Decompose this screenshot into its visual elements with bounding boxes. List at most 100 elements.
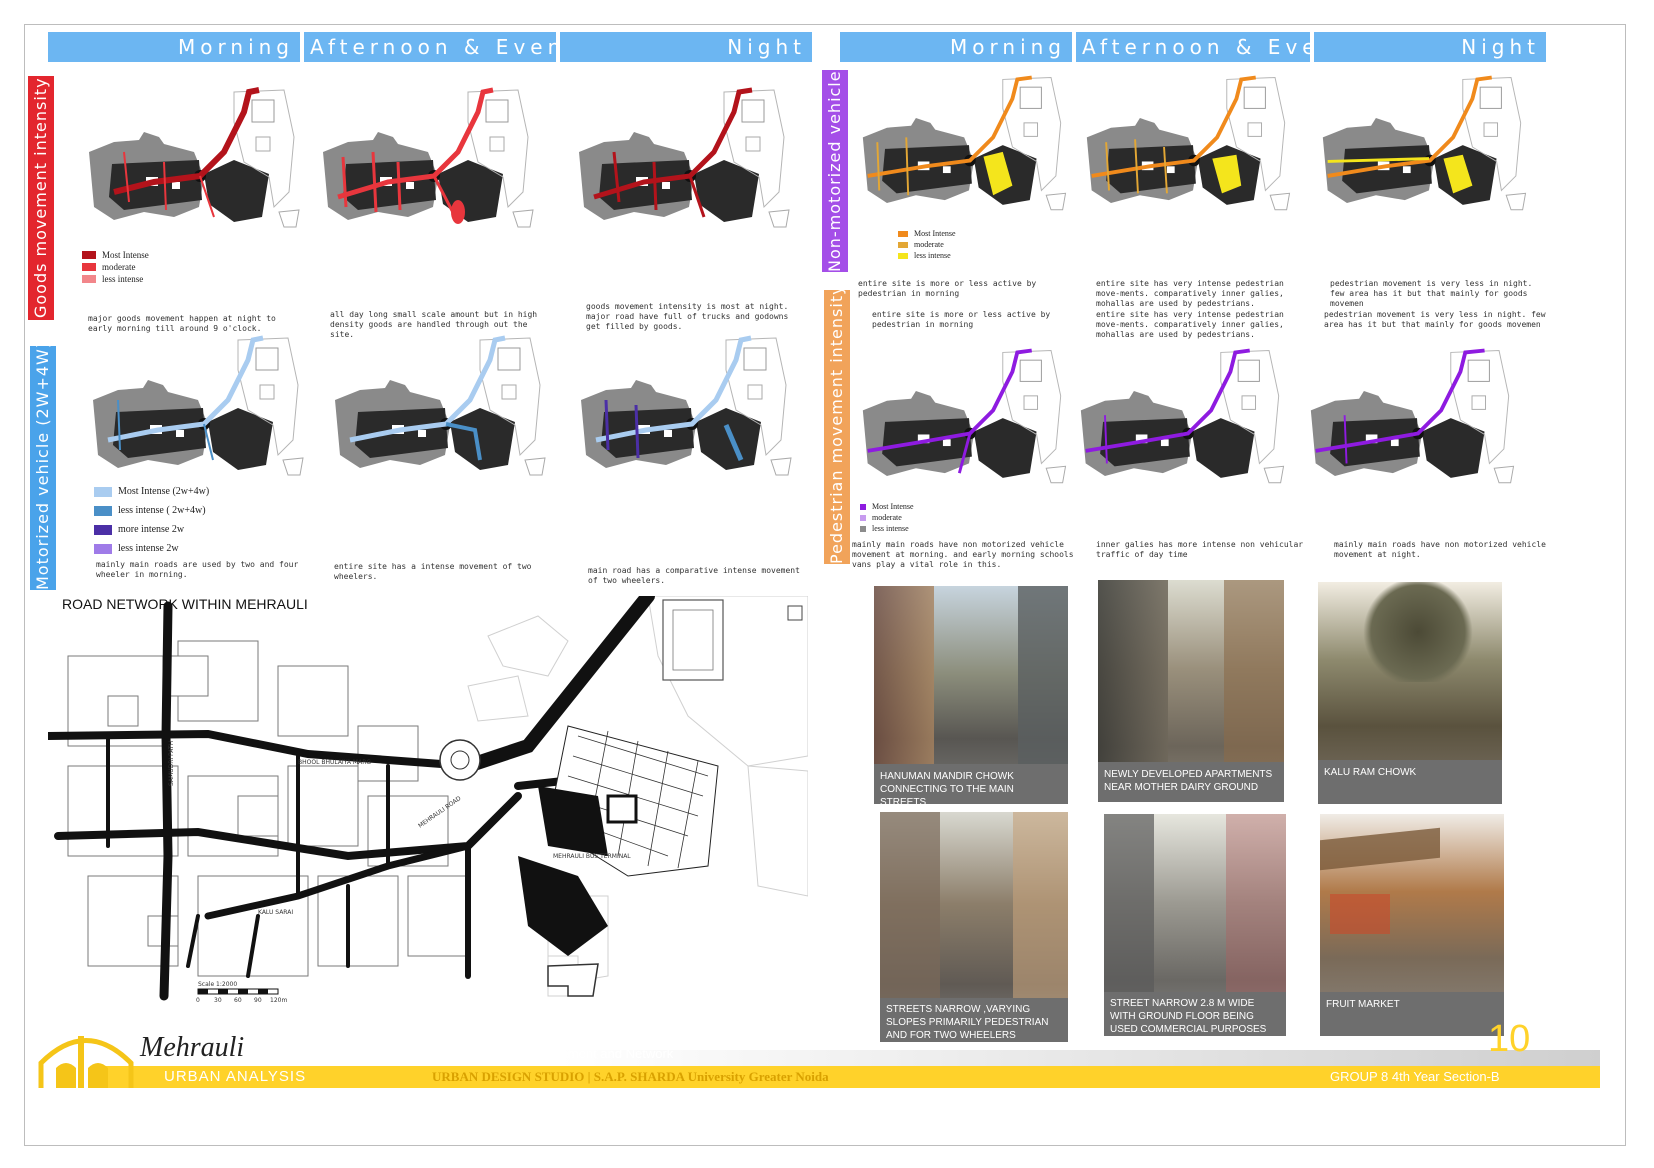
photo-hanuman-mandir-chowk: HANUMAN MANDIR CHOWK CONNECTING TO THE M… — [874, 586, 1068, 804]
nonmotor-legend: Most Intense moderate less intense — [898, 229, 956, 262]
legend-item: moderate — [860, 513, 914, 522]
photo-street-2-8m: STREET NARROW 2.8 M WIDE WITH GROUND FLO… — [1104, 814, 1286, 1036]
photo-fruit-market: FRUIT MARKET — [1320, 814, 1504, 1036]
pedestrian-legend: Most Intense moderate less intense — [860, 502, 914, 535]
legend-label: less intense 2w — [118, 543, 179, 554]
legend-item: Most Intense — [82, 250, 149, 260]
road-network-map: BHOOL BHULAIYA MARG SAMUDRI PATH KALU SA… — [48, 596, 808, 1004]
scale-tick: 120m — [270, 997, 287, 1004]
legend-label: Most Intense — [102, 250, 149, 260]
legend-label: less intense — [102, 274, 144, 284]
banner-right-night: Night — [1314, 32, 1546, 62]
page-number: 10 — [1488, 1018, 1531, 1060]
footer-group: GROUP 8 4th Year Section-B — [1330, 1069, 1500, 1084]
scale-tick: 0 — [196, 997, 200, 1004]
footer-logo-text: Mehrauli — [140, 1032, 245, 1063]
legend-swatch — [860, 503, 866, 510]
photo-shading — [1320, 827, 1440, 871]
legend-item: moderate — [898, 240, 956, 249]
legend-swatch — [82, 251, 96, 259]
legend-swatch — [898, 252, 908, 259]
legend-label: moderate — [872, 513, 902, 522]
photo-caption: STREET NARROW 2.8 M WIDE WITH GROUND FLO… — [1104, 992, 1286, 1036]
road-label-bus-terminal: MEHRAULI BUS TERMINAL — [553, 853, 631, 860]
legend-item: less intense ( 2w+4w) — [94, 505, 209, 516]
legend-label: Most Intense — [914, 229, 956, 238]
goods-map-morning — [88, 87, 300, 228]
footer-section-title: Movement and Network — [536, 1046, 674, 1061]
pedestrian-note-morning: mainly main roads have non motorized veh… — [852, 540, 1074, 569]
legend-item: more intense 2w — [94, 524, 209, 535]
legend-swatch — [82, 275, 96, 283]
legend-swatch — [94, 543, 112, 554]
photo-shading — [880, 812, 940, 1002]
goods-movement-title: Goods movement intensity — [28, 76, 54, 320]
road-label-kalu-sarai: KALU SARAI — [258, 909, 293, 916]
legend-label: more intense 2w — [118, 524, 185, 535]
nonmotor-note-morning-dup: entire site is more or less active by pe… — [872, 310, 1051, 329]
nonmotor-note-night: pedestrian movement is very less in nigh… — [1330, 279, 1533, 308]
banner-right-afternoon: Afternoon & Evening — [1076, 32, 1310, 62]
photo-shading — [1224, 580, 1284, 770]
pedestrian-note-night: mainly main roads have non motorized veh… — [1334, 540, 1546, 559]
nonmotor-map-night — [1322, 75, 1527, 211]
legend-item: Most Intense (2w+4w) — [94, 486, 209, 497]
photo-shading — [1018, 586, 1068, 766]
legend-swatch — [94, 486, 112, 497]
road-label-samudri-path: SAMUDRI PATH — [168, 741, 175, 786]
legend-item: less intense — [898, 251, 956, 260]
motor-map-afternoon — [334, 335, 546, 476]
photo-shading — [1104, 814, 1154, 1004]
banner-left-night: Night — [560, 32, 812, 62]
pedestrian-movement-title: Pedestrian movement intensity — [824, 290, 850, 564]
nonmotor-note-morning: entire site is more or less active by pe… — [858, 279, 1037, 298]
motor-map-night — [580, 335, 792, 476]
photo-caption: KALU RAM CHOWK — [1318, 760, 1502, 804]
legend-item: less intense — [860, 524, 914, 533]
motor-map-morning — [92, 335, 304, 476]
photo-caption: FRUIT MARKET — [1320, 992, 1504, 1036]
legend-swatch — [898, 241, 908, 248]
motor-note-afternoon: entire site has a intense movement of tw… — [334, 562, 532, 581]
footer-studio: URBAN DESIGN STUDIO | S.A.P. SHARDA Univ… — [432, 1069, 829, 1084]
photo-kalu-ram-chowk: KALU RAM CHOWK — [1318, 582, 1502, 804]
nonmotor-map-morning — [862, 75, 1067, 211]
legend-swatch — [860, 514, 866, 521]
legend-item: moderate — [82, 262, 149, 272]
banner-right-morning: Morning — [840, 32, 1072, 62]
legend-item: Most Intense — [860, 502, 914, 511]
legend-swatch — [94, 524, 112, 535]
goods-map-afternoon — [322, 87, 534, 228]
mosque-logo-icon — [38, 1036, 134, 1088]
photo-new-apartments: NEWLY DEVELOPED APARTMENTS NEAR MOTHER D… — [1098, 580, 1284, 802]
photo-caption: STREETS NARROW ,VARYING SLOPES PRIMARILY… — [880, 998, 1068, 1042]
footer-urban-analysis: URBAN ANALYSIS — [164, 1068, 307, 1085]
pedestrian-map-afternoon — [1080, 348, 1285, 484]
legend-swatch — [898, 230, 908, 237]
photo-shading — [1358, 582, 1478, 682]
nonmotor-note-afternoon: entire site has very intense pedestrian … — [1096, 279, 1284, 308]
legend-label: moderate — [914, 240, 944, 249]
non-motorized-title: Non-motorized vehicle — [822, 70, 848, 272]
legend-item: less intense 2w — [94, 543, 209, 554]
legend-label: less intense — [914, 251, 951, 260]
banner-left-morning: Morning — [48, 32, 300, 62]
banner-left-afternoon: Afternoon & Evening — [304, 32, 556, 62]
photo-shading — [1098, 580, 1168, 770]
legend-swatch — [860, 525, 866, 532]
motorized-vehicle-title: Motorized vehicle (2W+4W) — [30, 346, 56, 590]
pedestrian-map-morning — [862, 348, 1067, 484]
footer-grey-band — [560, 1050, 1600, 1066]
photo-shading — [1013, 812, 1068, 1002]
legend-label: Most Intense — [872, 502, 914, 511]
photo-shading — [1226, 814, 1286, 1004]
legend-label: moderate — [102, 262, 136, 272]
photo-caption: NEWLY DEVELOPED APARTMENTS NEAR MOTHER D… — [1098, 762, 1284, 802]
goods-map-night — [578, 87, 790, 228]
scale-tick: 60 — [234, 997, 242, 1004]
pedestrian-map-night — [1310, 348, 1515, 484]
legend-item: less intense — [82, 274, 149, 284]
legend-swatch — [82, 263, 96, 271]
legend-item: Most Intense — [898, 229, 956, 238]
goods-legend: Most Intense moderate less intense — [82, 250, 149, 286]
